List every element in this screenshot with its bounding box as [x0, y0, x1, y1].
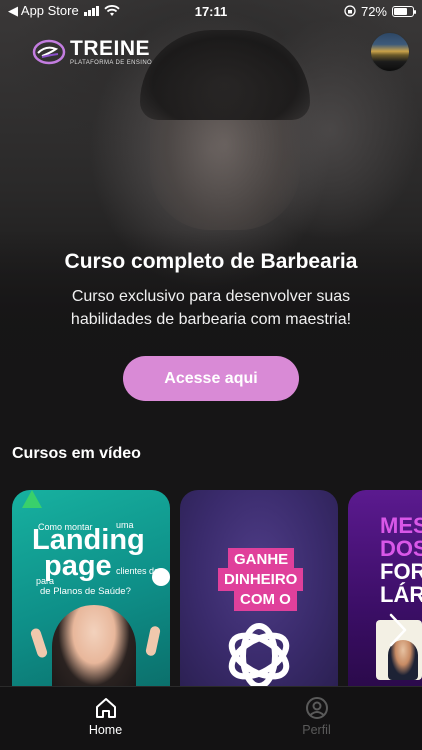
battery-icon: [392, 5, 416, 17]
access-course-button[interactable]: Acesse aqui: [123, 356, 299, 401]
card2-line-3: COM O: [234, 588, 297, 611]
chevron-right-icon: [389, 613, 407, 647]
wifi-icon: [104, 5, 120, 16]
card1-small-left: para: [36, 576, 55, 586]
card1-big-line-2: page: [44, 550, 112, 582]
treine-logo-mark-icon: [32, 39, 66, 65]
treine-logo[interactable]: TREINE PLATAFORMA DE ENSINO: [32, 38, 152, 66]
back-to-app-store[interactable]: ◀ App Store: [8, 3, 79, 19]
tab-home-label: Home: [88, 723, 123, 737]
course-carousel[interactable]: Como montar uma Landing page para client…: [12, 490, 422, 690]
course-card-partial[interactable]: MES DOS FOR LÁR: [348, 490, 422, 690]
hero-photo-hair: [140, 30, 310, 120]
openai-logo-icon: [228, 623, 290, 689]
status-bar: ◀ App Store 17:11 72%: [0, 0, 422, 22]
logo-title: TREINE: [70, 37, 151, 60]
course-card-landing-page[interactable]: Como montar uma Landing page para client…: [12, 490, 170, 690]
hero-description: Curso exclusivo para desenvolver suas ha…: [70, 288, 352, 328]
logo-subtitle: PLATAFORMA DE ENSINO: [70, 60, 153, 66]
card1-person-photo: [52, 605, 136, 690]
profile-avatar[interactable]: [370, 32, 410, 72]
pointing-hand-right: [144, 625, 162, 657]
tab-home[interactable]: Home: [0, 687, 211, 750]
tab-profile[interactable]: Perfil: [211, 687, 422, 750]
cellular-signal-icon: [83, 6, 99, 16]
battery-percent: 72%: [360, 3, 387, 19]
orientation-lock-icon: [344, 5, 356, 17]
card1-subtitle: de Planos de Saúde?: [40, 586, 131, 597]
home-icon: [95, 698, 116, 718]
course-card-chatgpt[interactable]: GANHE DINHEIRO COM O: [180, 490, 338, 690]
card3-line-2: DOS: [380, 536, 422, 561]
tab-profile-label: Perfil: [302, 723, 331, 737]
card3-line-1: MES: [380, 513, 422, 538]
bottom-tab-bar: Home Perfil: [0, 686, 422, 750]
pointing-hand-left: [29, 627, 49, 659]
carousel-next-button[interactable]: [384, 612, 412, 648]
card3-line-4: LÁR: [380, 582, 422, 607]
card3-line-3: FOR: [380, 559, 422, 584]
app-screen: ◀ App Store 17:11 72% TREINE PLATAFORMA …: [0, 0, 422, 750]
user-circle-icon: [305, 697, 328, 719]
speech-bubble-icon: [152, 568, 170, 586]
hero-title: Curso completo de Barbearia: [64, 250, 358, 273]
triangle-icon: [22, 490, 42, 508]
section-title-video-courses: Cursos em vídeo: [12, 445, 141, 462]
